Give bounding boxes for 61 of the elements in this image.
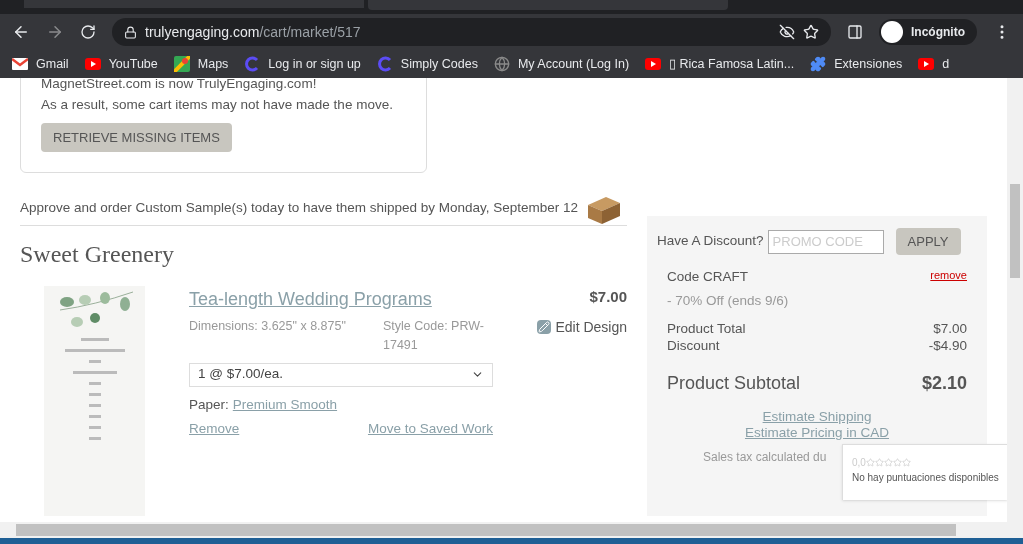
horizontal-scrollbar[interactable]: [0, 522, 1023, 538]
mail-icon: [12, 58, 28, 70]
bookmark-item[interactable]: d: [918, 54, 950, 74]
play-icon: [645, 58, 662, 70]
bookmark-item[interactable]: My Account (Log In): [493, 54, 630, 74]
reload-icon[interactable]: [80, 24, 96, 40]
pencil-icon: [537, 320, 552, 334]
item-price: $7.00: [589, 287, 627, 307]
apply-button[interactable]: APPLY: [895, 228, 961, 255]
bookmark-item[interactable]: ▯ Rica Famosa Latin...: [645, 54, 795, 74]
discount-label: Have A Discount?: [657, 232, 764, 251]
notice-text: MagnetStreet.com is now TrulyEngaging.com!: [41, 78, 318, 93]
bookmark-item[interactable]: Maps: [173, 54, 229, 74]
profile-chip[interactable]: Incógnito: [879, 19, 977, 45]
map-pin-icon: [173, 56, 190, 72]
forward-icon[interactable]: [46, 23, 64, 41]
play-icon: [918, 58, 935, 70]
summary-label: Product Total: [667, 319, 746, 337]
summary-value: -$4.90: [928, 336, 967, 354]
style-code-text: Style Code: PRW-17491: [383, 318, 485, 354]
sales-tax-note: Sales tax calculated du: [703, 448, 827, 465]
bookmark-item[interactable]: Extensiones: [810, 54, 903, 74]
summary-value: $7.00: [933, 319, 967, 337]
puzzle-icon: [810, 56, 827, 72]
vertical-scrollbar[interactable]: [1007, 78, 1023, 522]
star-icon: [874, 458, 884, 467]
paper-label: Paper:: [189, 395, 229, 414]
promo-code-text: Code CRAFT: [667, 268, 749, 286]
globe-icon: [493, 56, 510, 72]
bookmark-star-icon[interactable]: [803, 24, 819, 40]
bookmark-item[interactable]: Simply Codes: [376, 54, 478, 74]
back-icon[interactable]: [12, 23, 30, 41]
notice-text: As a result, some cart items may not have made the move.: [41, 96, 394, 114]
retrieve-button[interactable]: RETRIEVE MISSING ITEMS: [41, 123, 232, 152]
star-icon: [865, 458, 875, 467]
rating-text: No hay puntuaciones disponibles: [852, 472, 999, 483]
bookmark-item[interactable]: Gmail: [12, 54, 69, 74]
promo-detail-text: - 70% Off (ends 9/6): [667, 292, 790, 311]
address-bar[interactable]: trulyengaging.com/cart/market/517: [112, 18, 831, 46]
lock-icon: [124, 25, 137, 39]
star-icon: [883, 458, 893, 467]
bookmark-item[interactable]: Log in or sign up: [244, 54, 361, 74]
eye-off-icon[interactable]: [779, 24, 795, 40]
edit-design-button[interactable]: Edit Design: [537, 316, 627, 338]
star-icon: [901, 458, 911, 467]
quantity-select[interactable]: 1 @ $7.00/ea.: [189, 362, 493, 387]
box-icon: [586, 195, 623, 225]
dimensions-text: Dimensions: 3.625" x 8.875": [189, 318, 346, 335]
shipping-note: Approve and order Custom Sample(s) today to have them shipped by Monday, September 12: [20, 198, 579, 217]
bookmark-item[interactable]: YouTube: [84, 54, 158, 74]
subtotal-value: $2.10: [921, 371, 967, 395]
section-title: Sweet Greenery: [20, 242, 175, 266]
ring-icon: [244, 56, 261, 72]
subtotal-label: Product Subtotal: [667, 371, 801, 395]
ring-icon: [376, 56, 393, 72]
remove-code-link[interactable]: remove: [930, 267, 967, 288]
side-panel-icon[interactable]: [847, 24, 863, 40]
summary-label: Discount: [667, 336, 720, 354]
star-icon: [892, 458, 902, 467]
url-text: trulyengaging.com/cart/market/517: [145, 22, 361, 42]
play-icon: [84, 58, 101, 70]
